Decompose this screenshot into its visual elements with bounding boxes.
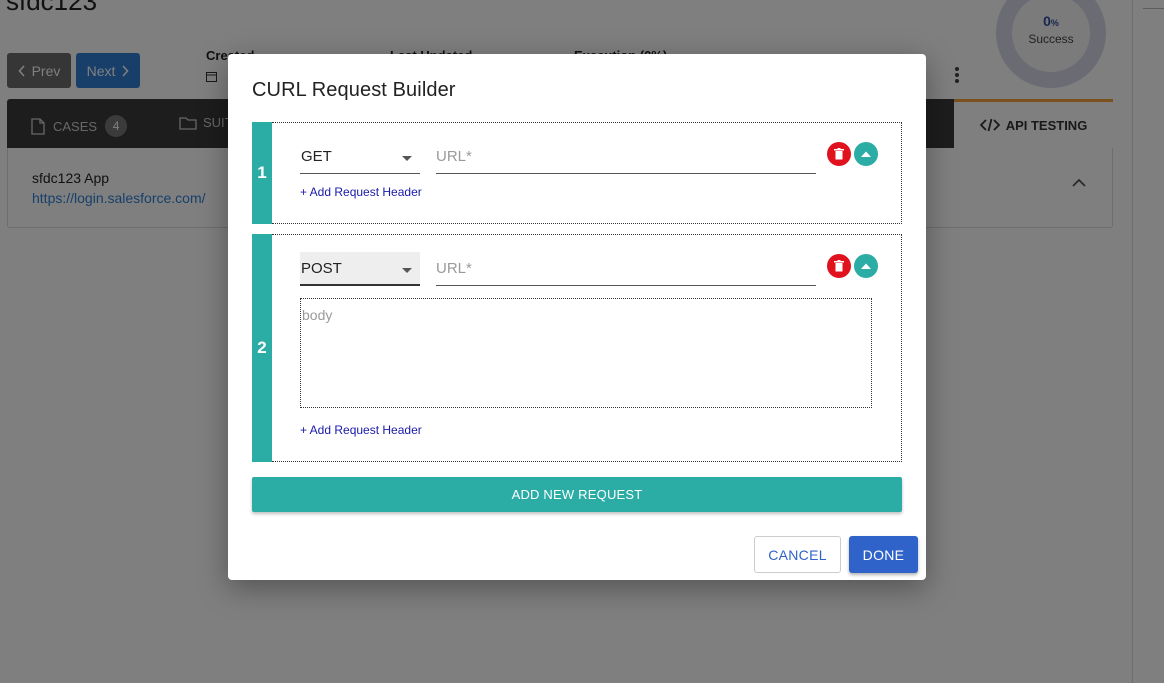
curl-request-builder-dialog: CURL Request Builder 1 GET URL* + Add Re…: [228, 54, 926, 580]
add-new-request-button[interactable]: ADD NEW REQUEST: [252, 477, 902, 512]
request-body-panel: POST URL* body + Add Request Header: [272, 234, 902, 462]
request-block: 1 GET URL* + Add Request Header: [252, 122, 902, 224]
cancel-button[interactable]: CANCEL: [754, 536, 841, 573]
add-request-header-link[interactable]: + Add Request Header: [300, 185, 422, 199]
delete-request-button[interactable]: [827, 254, 851, 278]
url-input[interactable]: URL*: [436, 140, 816, 174]
url-input[interactable]: URL*: [436, 252, 816, 286]
caret-down-icon: [402, 268, 412, 273]
collapse-request-button[interactable]: [854, 142, 878, 166]
method-select-value: GET: [301, 148, 332, 165]
method-select[interactable]: GET: [300, 140, 420, 174]
caret-down-icon: [402, 156, 412, 161]
request-body-textarea[interactable]: body: [300, 298, 872, 408]
collapse-request-button[interactable]: [854, 254, 878, 278]
add-request-header-link[interactable]: + Add Request Header: [300, 423, 422, 437]
done-button[interactable]: DONE: [849, 536, 918, 573]
dialog-title: CURL Request Builder: [252, 79, 456, 101]
method-select[interactable]: POST: [300, 252, 420, 286]
trash-icon: [834, 148, 844, 160]
arrow-up-icon: [861, 263, 871, 269]
trash-icon: [834, 260, 844, 272]
method-select-value: POST: [301, 260, 342, 277]
request-number: 1: [252, 122, 272, 224]
request-number: 2: [252, 234, 272, 462]
delete-request-button[interactable]: [827, 142, 851, 166]
request-block: 2 POST URL* body + Add Request Header: [252, 234, 902, 462]
request-body-panel: GET URL* + Add Request Header: [272, 122, 902, 224]
arrow-up-icon: [861, 151, 871, 157]
